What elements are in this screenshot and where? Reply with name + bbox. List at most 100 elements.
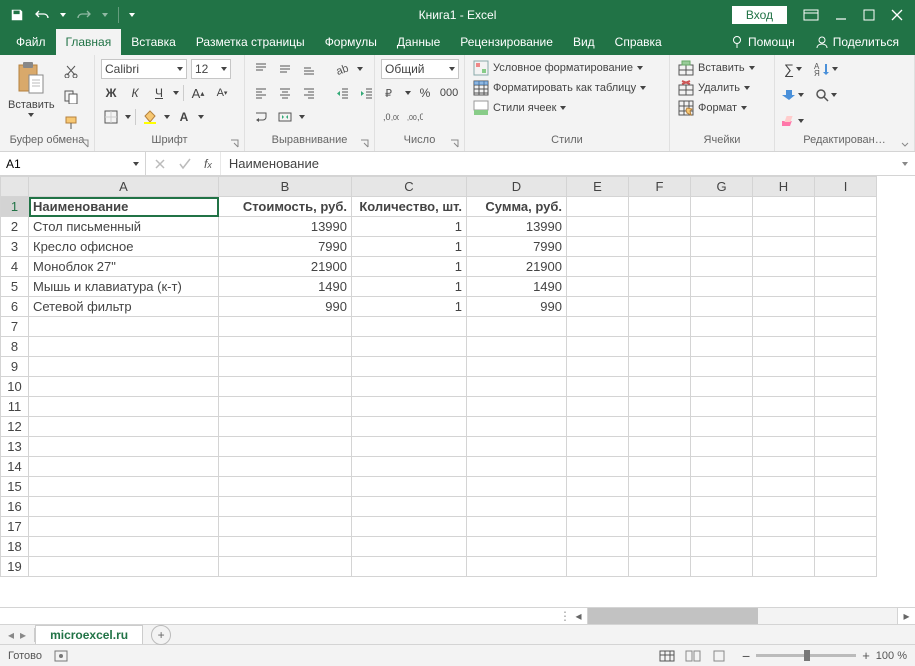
italic-button[interactable]: К bbox=[125, 83, 145, 103]
cell[interactable] bbox=[567, 317, 629, 337]
cell[interactable] bbox=[467, 537, 567, 557]
cell[interactable] bbox=[691, 197, 753, 217]
align-right-icon[interactable] bbox=[299, 83, 319, 103]
find-select-icon[interactable] bbox=[813, 85, 839, 105]
cell[interactable] bbox=[219, 537, 352, 557]
row-header[interactable]: 11 bbox=[1, 397, 29, 417]
cell[interactable] bbox=[352, 497, 467, 517]
select-all-corner[interactable] bbox=[1, 177, 29, 197]
cell[interactable] bbox=[629, 297, 691, 317]
cell[interactable] bbox=[467, 557, 567, 577]
cell[interactable] bbox=[629, 517, 691, 537]
insert-cells-button[interactable]: Вставить bbox=[676, 59, 757, 77]
cell[interactable] bbox=[29, 397, 219, 417]
cell[interactable] bbox=[753, 217, 815, 237]
cell[interactable] bbox=[815, 217, 877, 237]
menu-Справка[interactable]: Справка bbox=[605, 29, 672, 55]
cell[interactable] bbox=[352, 537, 467, 557]
borders-icon[interactable] bbox=[101, 107, 121, 127]
cell[interactable] bbox=[29, 377, 219, 397]
cell[interactable] bbox=[567, 397, 629, 417]
cell[interactable] bbox=[691, 517, 753, 537]
cell[interactable] bbox=[815, 337, 877, 357]
cell[interactable] bbox=[29, 417, 219, 437]
cell[interactable] bbox=[467, 397, 567, 417]
align-bottom-icon[interactable] bbox=[299, 59, 319, 79]
fontcolor-dropdown-icon[interactable] bbox=[198, 115, 204, 119]
borders-dropdown-icon[interactable] bbox=[125, 115, 131, 119]
cell[interactable] bbox=[352, 377, 467, 397]
cell[interactable] bbox=[467, 317, 567, 337]
sort-filter-icon[interactable]: АЯ bbox=[813, 59, 839, 79]
cell[interactable]: Наименование bbox=[29, 197, 219, 217]
undo-icon[interactable] bbox=[34, 8, 50, 22]
zoom-slider[interactable] bbox=[756, 654, 856, 657]
autosum-icon[interactable]: ∑ bbox=[781, 59, 805, 79]
name-box-input[interactable] bbox=[6, 157, 139, 171]
cell[interactable] bbox=[567, 497, 629, 517]
tab-nav-prev-icon[interactable]: ◂ bbox=[8, 628, 14, 642]
cell[interactable]: 1 bbox=[352, 257, 467, 277]
cell[interactable] bbox=[467, 437, 567, 457]
cell[interactable]: Стоимость, руб. bbox=[219, 197, 352, 217]
row-header[interactable]: 15 bbox=[1, 477, 29, 497]
cell[interactable] bbox=[629, 477, 691, 497]
cell[interactable]: Моноблок 27" bbox=[29, 257, 219, 277]
close-icon[interactable] bbox=[891, 9, 903, 21]
cell[interactable] bbox=[567, 197, 629, 217]
align-top-icon[interactable] bbox=[251, 59, 271, 79]
fill-down-icon[interactable] bbox=[781, 85, 805, 105]
col-header-H[interactable]: H bbox=[753, 177, 815, 197]
expand-formula-icon[interactable] bbox=[895, 152, 915, 175]
cell[interactable] bbox=[29, 517, 219, 537]
cell[interactable] bbox=[567, 257, 629, 277]
cell[interactable] bbox=[753, 337, 815, 357]
cell[interactable] bbox=[219, 477, 352, 497]
cell[interactable] bbox=[567, 297, 629, 317]
cell[interactable] bbox=[753, 457, 815, 477]
format-painter-icon[interactable] bbox=[61, 113, 81, 133]
cell[interactable] bbox=[815, 557, 877, 577]
cell[interactable] bbox=[352, 517, 467, 537]
cell[interactable]: 990 bbox=[467, 297, 567, 317]
cell[interactable]: 7990 bbox=[467, 237, 567, 257]
cell[interactable] bbox=[352, 397, 467, 417]
cell[interactable] bbox=[815, 477, 877, 497]
cell[interactable] bbox=[753, 397, 815, 417]
cell[interactable] bbox=[219, 557, 352, 577]
cell[interactable] bbox=[691, 357, 753, 377]
hscroll-left-icon[interactable]: ◂ bbox=[570, 608, 587, 624]
copy-icon[interactable] bbox=[61, 87, 81, 107]
shrink-font-icon[interactable]: A▾ bbox=[212, 83, 232, 103]
cell[interactable] bbox=[691, 397, 753, 417]
ribbon-options-icon[interactable] bbox=[803, 9, 819, 21]
cell[interactable] bbox=[815, 417, 877, 437]
format-as-table-button[interactable]: Форматировать как таблицу bbox=[471, 79, 648, 97]
col-header-D[interactable]: D bbox=[467, 177, 567, 197]
row-header[interactable]: 9 bbox=[1, 357, 29, 377]
cell[interactable] bbox=[352, 417, 467, 437]
row-header[interactable]: 18 bbox=[1, 537, 29, 557]
cell[interactable] bbox=[691, 537, 753, 557]
menu-Вид[interactable]: Вид bbox=[563, 29, 605, 55]
login-button[interactable]: Вход bbox=[732, 6, 787, 24]
merge-dropdown-icon[interactable] bbox=[299, 115, 305, 119]
underline-dropdown-icon[interactable] bbox=[173, 91, 179, 95]
cell[interactable] bbox=[815, 517, 877, 537]
cell[interactable] bbox=[467, 457, 567, 477]
cell[interactable] bbox=[29, 477, 219, 497]
cell[interactable] bbox=[629, 457, 691, 477]
menu-Рецензирование[interactable]: Рецензирование bbox=[450, 29, 563, 55]
cell[interactable] bbox=[219, 337, 352, 357]
fill-color-icon[interactable] bbox=[140, 107, 160, 127]
cell[interactable] bbox=[29, 537, 219, 557]
align-middle-icon[interactable] bbox=[275, 59, 295, 79]
cell[interactable] bbox=[753, 377, 815, 397]
cell[interactable]: Количество, шт. bbox=[352, 197, 467, 217]
view-page-layout-icon[interactable] bbox=[682, 648, 704, 664]
cell[interactable] bbox=[219, 317, 352, 337]
cell[interactable] bbox=[567, 357, 629, 377]
cell[interactable] bbox=[815, 317, 877, 337]
cell[interactable] bbox=[629, 337, 691, 357]
cell[interactable] bbox=[567, 277, 629, 297]
